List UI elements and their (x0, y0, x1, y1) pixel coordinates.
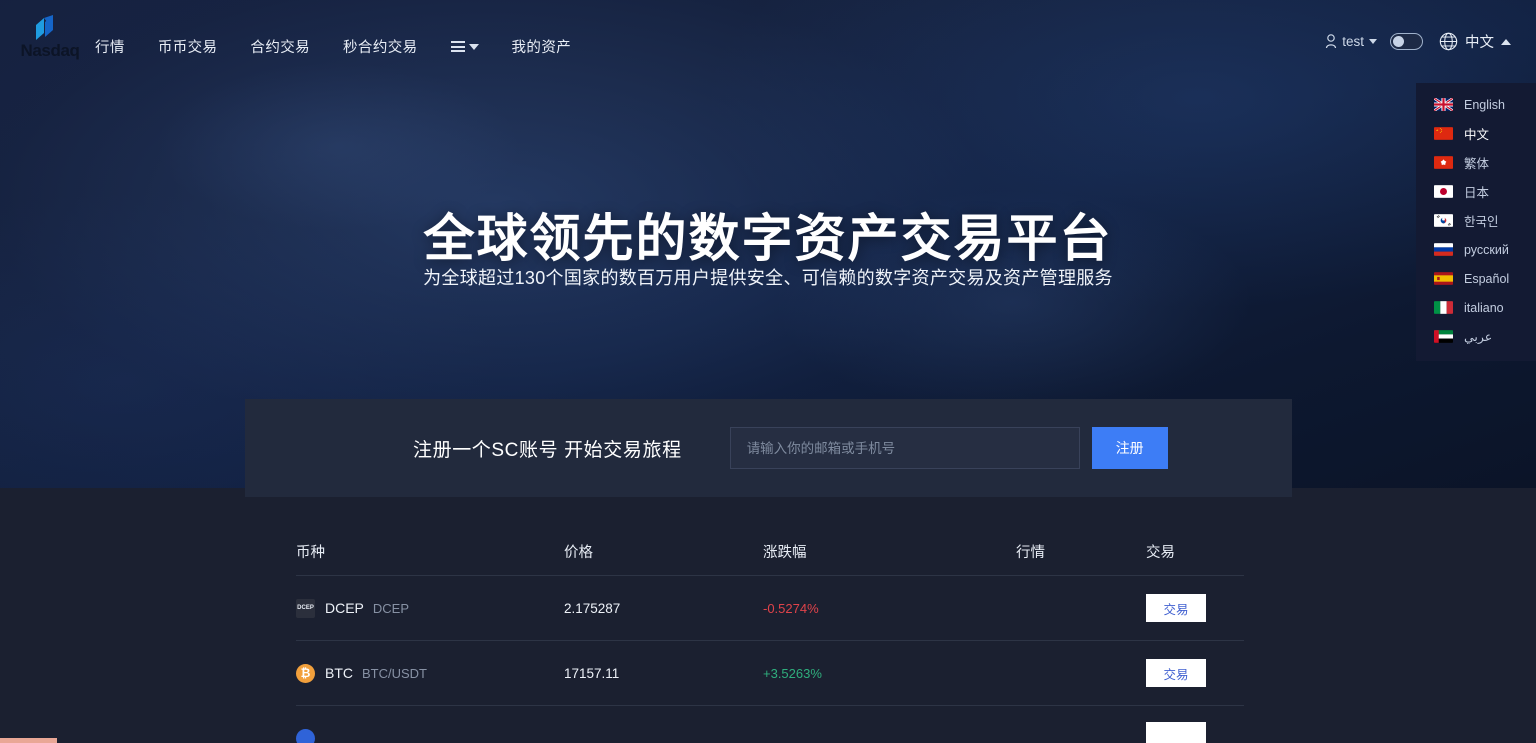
toggle-knob (1393, 35, 1404, 47)
cell-trade: 交易 (1116, 594, 1244, 622)
register-headline: 注册一个SC账号 开始交易旅程 (413, 439, 682, 461)
language-option-label: Español (1464, 271, 1510, 286)
cell-coin: DCEP DCEP DCEP (296, 598, 561, 618)
language-option-italian[interactable]: italiano (1416, 293, 1536, 322)
register-email-or-phone-input[interactable] (729, 427, 1080, 469)
trade-button[interactable] (1146, 721, 1206, 743)
brand-logo[interactable]: Nasdaq (17, 14, 83, 66)
chevron-down-icon (1369, 39, 1377, 44)
chevron-up-icon (1501, 38, 1511, 45)
flag-spain-icon (1434, 272, 1453, 285)
nav-more-menu[interactable] (450, 41, 479, 52)
list-menu-icon (450, 41, 465, 52)
language-option-chinese[interactable]: 中文 (1416, 119, 1536, 148)
cell-trade: 交易 (1116, 659, 1244, 687)
dcep-coin-icon: DCEP (296, 598, 315, 618)
column-header-price: 价格 (564, 545, 593, 561)
nasdaq-logo-icon (36, 15, 53, 40)
language-option-spanish[interactable]: Español (1416, 264, 1536, 293)
language-option-japanese[interactable]: 日本 (1416, 177, 1536, 206)
language-option-label: italiano (1464, 300, 1504, 315)
flag-uae-icon (1434, 330, 1453, 343)
coin-icon (296, 728, 315, 743)
language-option-label: English (1464, 97, 1505, 112)
btc-coin-icon: ₿ (296, 663, 315, 683)
flag-hongkong-icon (1434, 156, 1453, 169)
flag-japan-icon (1434, 185, 1453, 198)
flag-korea-icon (1434, 214, 1453, 227)
brand-name: Nasdaq (20, 41, 80, 60)
current-language-label: 中文 (1465, 35, 1494, 51)
language-option-label: 繁体 (1464, 157, 1490, 171)
theme-toggle-switch[interactable] (1390, 33, 1423, 50)
trade-button[interactable]: 交易 (1146, 594, 1206, 622)
globe-icon (1439, 32, 1458, 51)
coin-symbol: BTC (325, 665, 353, 681)
column-header-trade: 交易 (1146, 545, 1175, 561)
table-row[interactable] (296, 706, 1244, 743)
nav-item-spot-trade[interactable]: 币币交易 (158, 36, 218, 57)
coin-symbol: DCEP (325, 600, 364, 616)
trade-button[interactable]: 交易 (1146, 659, 1206, 687)
nav-item-markets[interactable]: 行情 (95, 36, 125, 57)
column-header-coin: 币种 (296, 545, 325, 561)
language-option-english[interactable]: English (1416, 90, 1536, 119)
nav-item-my-assets[interactable]: 我的资产 (512, 36, 572, 57)
cell-change: +3.5263% (763, 665, 822, 681)
column-header-change: 涨跌幅 (763, 545, 807, 561)
nav-item-second-contract[interactable]: 秒合约交易 (343, 36, 418, 57)
language-option-russian[interactable]: русский (1416, 235, 1536, 264)
chevron-down-icon (468, 43, 479, 50)
user-account-menu[interactable]: test (1325, 34, 1377, 49)
flag-italy-icon (1434, 301, 1453, 314)
hero-subtitle: 为全球超过130个国家的数百万用户提供安全、可信赖的数字资产交易及资产管理服务 (423, 268, 1113, 288)
language-selector[interactable]: 中文 (1439, 31, 1511, 52)
cell-trade (1116, 721, 1244, 743)
cell-coin: ₿ BTC BTC/USDT (296, 663, 561, 683)
cell-price: 2.175287 (564, 600, 621, 616)
language-option-label: 한국인 (1464, 215, 1499, 229)
language-option-arabic[interactable]: عربي (1416, 322, 1536, 351)
cell-price: 17157.11 (564, 665, 620, 681)
flag-russia-icon (1434, 243, 1453, 256)
table-row[interactable]: DCEP DCEP DCEP 2.175287 -0.5274% 交易 (296, 576, 1244, 641)
cell-coin (296, 728, 561, 743)
table-header-row: 币种 价格 涨跌幅 行情 交易 (296, 528, 1244, 576)
register-button[interactable]: 注册 (1091, 427, 1168, 469)
language-option-label: 日本 (1464, 186, 1490, 200)
hero-title: 全球领先的数字资产交易平台 (423, 210, 1113, 267)
register-panel: 注册一个SC账号 开始交易旅程 注册 (245, 399, 1292, 497)
site-header: Nasdaq 行情 币币交易 合约交易 秒合约交易 我的资产 test 中文 (0, 0, 1536, 95)
nav-item-contract-trade[interactable]: 合约交易 (250, 36, 310, 57)
main-nav: 行情 币币交易 合约交易 秒合约交易 我的资产 (95, 36, 571, 57)
language-option-label: русский (1464, 242, 1509, 257)
page-root: Nasdaq 行情 币币交易 合约交易 秒合约交易 我的资产 test 中文 E… (0, 0, 1536, 743)
table-row[interactable]: ₿ BTC BTC/USDT 17157.11 +3.5263% 交易 (296, 641, 1244, 706)
user-name-label: test (1342, 34, 1364, 49)
language-dropdown: English 中文 繁体 日本 한국인 русский Español ita… (1416, 83, 1536, 361)
market-section: 币种 价格 涨跌幅 行情 交易 DCEP DCEP DCEP 2.175287 … (0, 488, 1536, 743)
language-option-korean[interactable]: 한국인 (1416, 206, 1536, 235)
market-table: 币种 价格 涨跌幅 行情 交易 DCEP DCEP DCEP 2.175287 … (296, 528, 1244, 743)
user-icon (1326, 34, 1337, 49)
language-option-traditional-chinese[interactable]: 繁体 (1416, 148, 1536, 177)
language-option-label: عربي (1464, 330, 1493, 344)
page-corner-indicator (0, 738, 57, 743)
flag-china-icon (1434, 127, 1453, 140)
column-header-market: 行情 (1016, 545, 1045, 561)
flag-uk-icon (1434, 98, 1453, 111)
coin-pair: BTC/USDT (362, 665, 427, 681)
header-right-controls: test 中文 (1325, 31, 1511, 52)
language-option-label: 中文 (1464, 128, 1490, 142)
cell-change: -0.5274% (763, 600, 819, 616)
coin-pair: DCEP (372, 600, 410, 616)
